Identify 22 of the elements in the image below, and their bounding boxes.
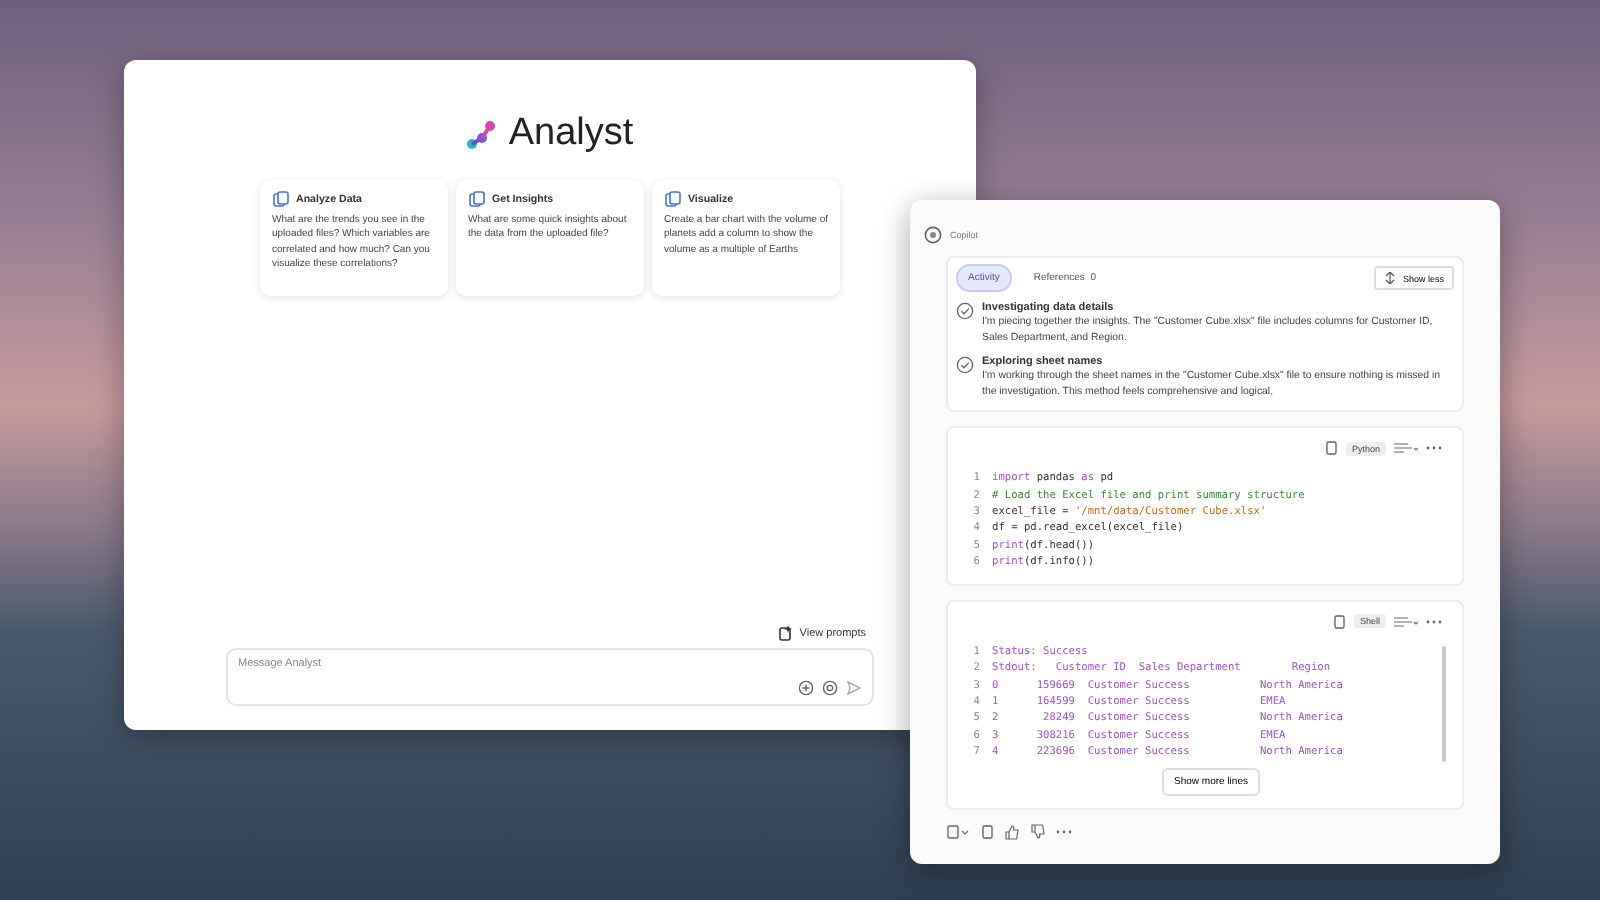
copy-icon[interactable]	[980, 823, 994, 840]
document-dropdown-icon[interactable]	[946, 823, 970, 840]
copilot-logo-icon	[924, 226, 942, 244]
more-icon[interactable]	[1056, 825, 1072, 838]
settings-icon[interactable]	[822, 680, 838, 696]
add-icon[interactable]	[798, 680, 814, 696]
documents-icon	[272, 190, 290, 208]
scrollbar	[1442, 645, 1446, 762]
sparkle-document-icon	[775, 624, 794, 642]
more-icon[interactable]	[1426, 615, 1442, 628]
app-title: Analyst	[508, 112, 634, 156]
documents-icon	[664, 190, 682, 208]
documents-icon	[468, 190, 486, 208]
check-circle-icon	[956, 356, 974, 375]
copy-icon[interactable]	[1323, 440, 1338, 457]
thumbs-down-icon[interactable]	[1030, 823, 1046, 840]
collapse-icon	[1384, 272, 1397, 284]
analyst-logo-icon	[466, 119, 497, 149]
thumbs-up-icon[interactable]	[1004, 823, 1020, 840]
check-circle-icon	[956, 302, 974, 320]
copy-icon[interactable]	[1331, 613, 1346, 630]
more-icon[interactable]	[1426, 442, 1442, 455]
